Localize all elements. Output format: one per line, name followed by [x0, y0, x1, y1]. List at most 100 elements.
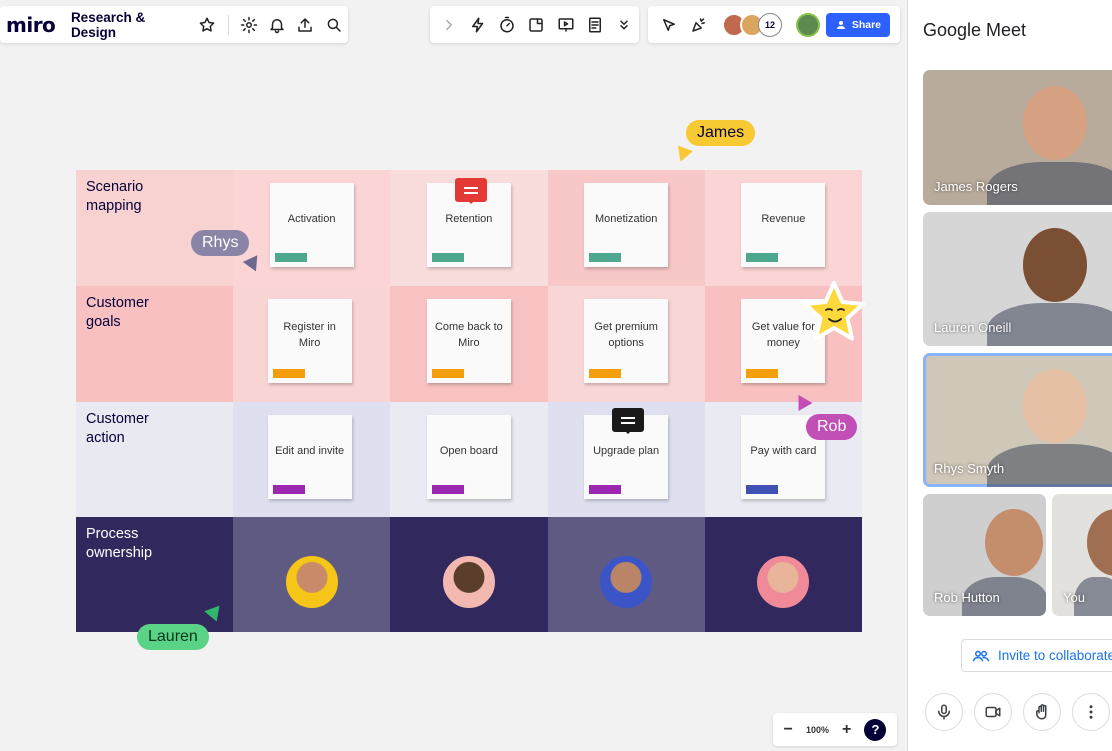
comment-icon[interactable] — [612, 408, 644, 434]
cursor-arrow-icon — [673, 145, 693, 165]
more-vertical-icon — [1089, 705, 1093, 719]
board-cell[interactable] — [233, 517, 391, 632]
comment-icon[interactable] — [455, 178, 487, 204]
owner-avatar[interactable] — [442, 556, 495, 608]
notes-icon[interactable] — [580, 10, 609, 40]
google-meet-panel: Google Meet James Rogers Lauren Oneill Rhy… — [907, 0, 1112, 751]
sticky-note-text: Monetization — [594, 213, 658, 225]
participant-name: Lauren Oneill — [934, 320, 1012, 335]
board-cell[interactable]: Monetization — [547, 170, 705, 286]
sticky-note-text: Upgrade plan — [593, 445, 660, 457]
star-icon[interactable] — [193, 10, 221, 40]
collaborator-count[interactable]: 12 — [758, 12, 782, 37]
star-sticker-icon[interactable] — [800, 280, 868, 350]
sticky-note-text: Pay with card — [750, 445, 817, 457]
sticky-note[interactable]: Get premium options — [584, 299, 669, 383]
board-cell[interactable] — [390, 517, 548, 632]
search-icon[interactable] — [320, 10, 348, 40]
sticky-note-text: Retention — [445, 213, 493, 225]
board-cell[interactable] — [704, 517, 862, 632]
board-cell[interactable] — [547, 517, 705, 632]
zoom-level[interactable]: 100% — [806, 725, 829, 735]
sticky-note[interactable]: Register in Miro — [267, 299, 352, 383]
row-label: Scenario mapping — [76, 170, 233, 286]
sticky-tag — [274, 253, 307, 262]
board-cell[interactable]: Register in Miro — [233, 286, 391, 402]
board-cell[interactable]: Open board — [390, 402, 548, 517]
participant-tile[interactable]: You — [1052, 494, 1112, 616]
camera-icon — [985, 706, 1001, 718]
board-header: miro Research & Design — [0, 6, 348, 43]
zoom-out-button[interactable]: − — [784, 721, 793, 739]
participant-video — [1023, 86, 1087, 160]
board-cell[interactable]: Get premium options — [547, 286, 705, 402]
sticky-note[interactable]: Open board — [426, 415, 511, 499]
celebrate-icon[interactable] — [684, 10, 714, 40]
zoom-in-button[interactable]: + — [842, 721, 851, 739]
board-cell[interactable]: Edit and invite — [233, 402, 391, 517]
sticky-note[interactable]: Revenue — [741, 183, 826, 267]
camera-button[interactable] — [974, 693, 1012, 731]
collaborator-avatars[interactable]: 12 — [722, 12, 782, 37]
collaboration-bar: 12 Share — [648, 6, 900, 43]
sticky-note[interactable]: Monetization — [584, 183, 669, 267]
gear-icon[interactable] — [235, 10, 263, 40]
participant-video — [987, 444, 1112, 487]
lightning-icon[interactable] — [463, 10, 492, 40]
sticky-tag — [272, 369, 305, 378]
owner-avatar[interactable] — [285, 556, 338, 608]
help-button[interactable]: ? — [864, 718, 887, 741]
owner-avatar[interactable] — [600, 556, 653, 608]
sticky-tag — [746, 369, 779, 378]
more-options-button[interactable] — [1072, 693, 1110, 731]
invite-label: Invite to collaborate — [998, 648, 1112, 663]
board-cell[interactable]: Come back to Miro — [390, 286, 548, 402]
microphone-button[interactable] — [925, 693, 963, 731]
participant-tile[interactable]: Rob Hutton — [923, 494, 1046, 616]
participant-tile[interactable]: Rhys Smyth — [923, 353, 1112, 487]
participant-video — [1023, 369, 1087, 443]
sticky-note-text: Come back to Miro — [434, 321, 503, 349]
zoom-controls: − 100% + ? — [773, 713, 897, 746]
row-label: Customer action — [76, 402, 233, 517]
cursor-icon[interactable] — [654, 10, 684, 40]
sticky-note-text: Register in Miro — [283, 321, 336, 349]
participant-name: James Rogers — [934, 179, 1018, 194]
sticky-tag — [431, 369, 464, 378]
invite-button[interactable]: Invite to collaborate — [961, 639, 1112, 672]
divider — [227, 14, 229, 35]
share-label: Share — [851, 18, 881, 31]
bell-icon[interactable] — [263, 10, 291, 40]
cursor-label-james: James — [686, 120, 756, 146]
sticky-tag — [746, 485, 779, 494]
sticky-note[interactable]: Activation — [269, 183, 354, 267]
sticky-note-text: Activation — [287, 213, 336, 225]
owner-avatar[interactable] — [757, 556, 810, 608]
participant-video — [984, 508, 1044, 576]
row-label: Customer goals — [76, 286, 233, 402]
raise-hand-button[interactable] — [1023, 693, 1061, 731]
chevrons-down-icon[interactable] — [610, 10, 639, 40]
board-title[interactable]: Research & Design — [71, 10, 187, 40]
sticky-note[interactable]: Come back to Miro — [426, 299, 511, 383]
sticky-tag — [431, 485, 464, 494]
share-button[interactable]: Share — [825, 12, 890, 37]
participant-tile[interactable]: Lauren Oneill — [923, 212, 1112, 346]
sticky-note-text: Revenue — [761, 213, 806, 225]
board-cell[interactable]: Revenue — [704, 170, 862, 286]
chevron-right-icon[interactable] — [434, 10, 463, 40]
timer-icon[interactable] — [493, 10, 522, 40]
microphone-icon — [938, 704, 950, 720]
board-tools — [430, 6, 639, 43]
presentation-icon[interactable] — [551, 10, 580, 40]
participant-video — [1023, 228, 1087, 302]
miro-logo[interactable]: miro — [0, 13, 59, 37]
frames-icon[interactable] — [522, 10, 551, 40]
avatar[interactable] — [796, 12, 820, 37]
participant-video — [1087, 508, 1112, 576]
participant-tile[interactable]: James Rogers — [923, 70, 1112, 205]
cursor-label-lauren: Lauren — [137, 624, 209, 650]
hand-icon — [1036, 704, 1047, 720]
upload-icon[interactable] — [291, 10, 319, 40]
sticky-note[interactable]: Edit and invite — [267, 415, 352, 499]
